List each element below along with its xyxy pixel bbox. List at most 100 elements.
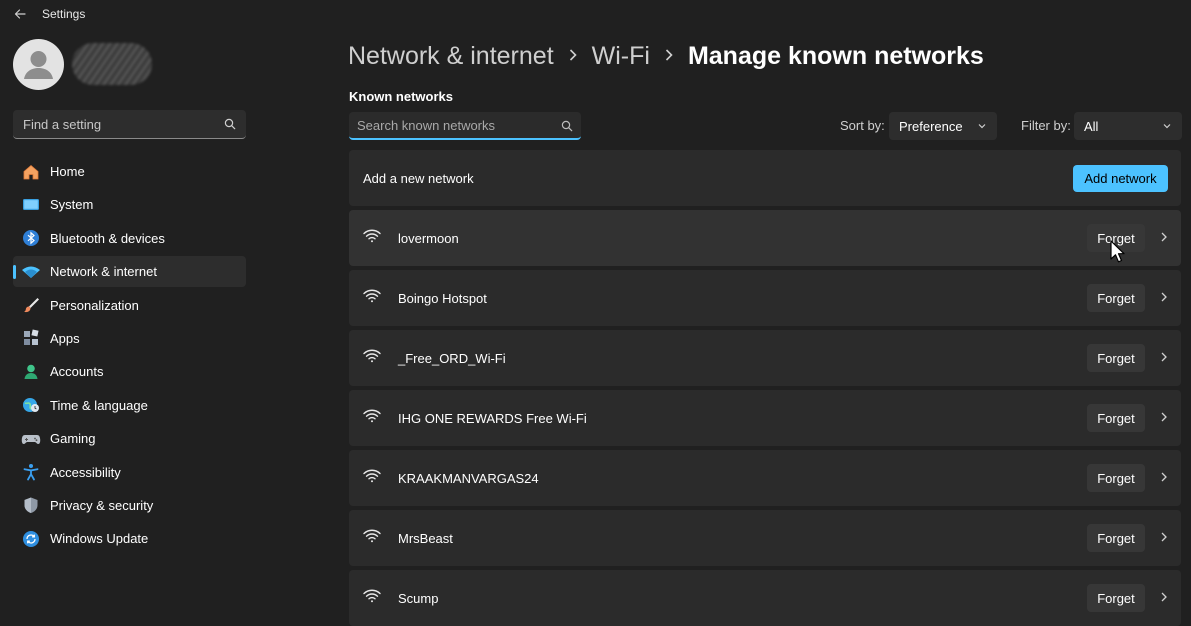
sidebar-item-label: Windows Update [50, 531, 149, 547]
sidebar-nav: Home System Bluetooth & devices Network … [13, 156, 246, 557]
brush-icon [21, 295, 41, 315]
network-row[interactable]: Boingo Hotspot Forget [349, 270, 1181, 326]
globe-clock-icon [21, 395, 41, 415]
filter-by-value: All [1084, 118, 1099, 134]
sidebar-item-gaming[interactable]: Gaming [13, 423, 246, 454]
add-network-row: Add a new network Add network [349, 150, 1181, 206]
breadcrumb-network-internet[interactable]: Network & internet [348, 42, 554, 71]
find-setting-input[interactable] [23, 116, 213, 132]
chevron-right-icon [568, 46, 578, 67]
forget-button[interactable]: Forget [1087, 284, 1145, 312]
find-setting-search[interactable] [13, 110, 246, 139]
network-row[interactable]: KRAAKMANVARGAS24 Forget [349, 450, 1181, 506]
network-name: lovermoon [398, 231, 459, 246]
breadcrumb: Network & internet Wi-Fi Manage known ne… [348, 38, 984, 74]
sidebar-item-label: Time & language [50, 397, 148, 413]
back-arrow-icon [14, 9, 26, 19]
forget-button[interactable]: Forget [1087, 404, 1145, 432]
forget-button[interactable]: Forget [1087, 584, 1145, 612]
chevron-right-icon[interactable] [1159, 231, 1169, 243]
wifi-signal-icon [363, 469, 381, 483]
wifi-signal-icon [363, 529, 381, 543]
wifi-signal-icon [363, 289, 381, 303]
sidebar-item-label: Personalization [50, 297, 139, 313]
sidebar-item-bluetooth[interactable]: Bluetooth & devices [13, 223, 246, 254]
known-networks-list: lovermoon Forget Boingo Hotspot Forget _… [349, 210, 1181, 626]
home-icon [21, 162, 41, 182]
sidebar-item-accessibility[interactable]: Accessibility [13, 457, 246, 488]
chevron-right-icon[interactable] [1159, 351, 1169, 363]
sidebar-item-label: Network & internet [50, 264, 157, 280]
shield-icon [21, 495, 41, 515]
chevron-down-icon [978, 124, 986, 129]
wifi-icon [21, 262, 41, 282]
title-bar: Settings [0, 0, 1191, 28]
sidebar-item-time-language[interactable]: Time & language [13, 390, 246, 421]
network-name: KRAAKMANVARGAS24 [398, 471, 539, 486]
bluetooth-icon [21, 228, 41, 248]
page-title: Manage known networks [687, 41, 984, 70]
sidebar-item-personalization[interactable]: Personalization [13, 290, 246, 321]
forget-button[interactable]: Forget [1087, 524, 1145, 552]
network-name: Scump [398, 591, 439, 606]
update-icon [21, 529, 41, 549]
network-row[interactable]: IHG ONE REWARDS Free Wi-Fi Forget [349, 390, 1181, 446]
chevron-right-icon[interactable] [1159, 471, 1169, 483]
chevron-right-icon[interactable] [1159, 291, 1169, 303]
network-name: _Free_ORD_Wi-Fi [398, 351, 506, 366]
add-network-label: Add a new network [363, 171, 474, 186]
sidebar-item-privacy-security[interactable]: Privacy & security [13, 490, 246, 521]
sidebar-item-apps[interactable]: Apps [13, 323, 246, 354]
sidebar-item-label: Apps [50, 330, 80, 346]
search-icon [561, 120, 573, 132]
network-name: IHG ONE REWARDS Free Wi-Fi [398, 411, 587, 426]
sidebar-item-label: Home [50, 164, 85, 179]
account-name-blurred [72, 43, 152, 85]
avatar[interactable] [13, 39, 64, 90]
sort-by-value: Preference [899, 118, 963, 134]
sidebar-item-label: Gaming [50, 431, 96, 447]
mouse-cursor-icon [1110, 240, 1125, 263]
monitor-icon [21, 195, 41, 215]
network-row[interactable]: _Free_ORD_Wi-Fi Forget [349, 330, 1181, 386]
network-name: MrsBeast [398, 531, 453, 546]
back-button[interactable] [10, 4, 30, 24]
chevron-down-icon [1163, 124, 1171, 129]
sidebar-item-system[interactable]: System [13, 189, 246, 220]
known-networks-heading: Known networks [349, 89, 454, 104]
known-networks-search-input[interactable] [357, 117, 547, 133]
network-row[interactable]: MrsBeast Forget [349, 510, 1181, 566]
settings-window: Settings Home System [0, 0, 1191, 626]
sidebar-item-label: Privacy & security [50, 497, 154, 513]
chevron-right-icon[interactable] [1159, 531, 1169, 543]
app-title: Settings [42, 7, 86, 21]
sidebar-item-label: Accessibility [50, 464, 121, 480]
sidebar-item-network[interactable]: Network & internet [13, 256, 246, 288]
network-name: Boingo Hotspot [398, 291, 487, 306]
forget-button[interactable]: Forget [1087, 464, 1145, 492]
wifi-signal-icon [363, 349, 381, 363]
chevron-right-icon[interactable] [1159, 591, 1169, 603]
wifi-signal-icon [363, 589, 381, 603]
sidebar-item-home[interactable]: Home [13, 156, 246, 187]
gamepad-icon [21, 429, 41, 449]
accessibility-icon [21, 462, 41, 482]
forget-button[interactable]: Forget [1087, 344, 1145, 372]
filter-by-dropdown[interactable]: All [1074, 112, 1182, 140]
network-row[interactable]: lovermoon Forget [349, 210, 1181, 266]
wifi-signal-icon [363, 229, 381, 243]
person-icon [21, 362, 41, 382]
sidebar-item-accounts[interactable]: Accounts [13, 356, 246, 387]
chevron-right-icon[interactable] [1159, 411, 1169, 423]
breadcrumb-wifi[interactable]: Wi-Fi [592, 42, 650, 71]
chevron-right-icon [664, 46, 674, 67]
person-silhouette-icon [24, 51, 53, 79]
known-networks-search[interactable] [349, 112, 581, 140]
filter-by-label: Filter by: [1021, 118, 1071, 133]
wifi-signal-icon [363, 409, 381, 423]
sidebar-item-windows-update[interactable]: Windows Update [13, 523, 246, 554]
add-network-button[interactable]: Add network [1073, 165, 1168, 192]
apps-icon [21, 328, 41, 348]
network-row[interactable]: Scump Forget [349, 570, 1181, 626]
sort-by-dropdown[interactable]: Preference [889, 112, 997, 140]
